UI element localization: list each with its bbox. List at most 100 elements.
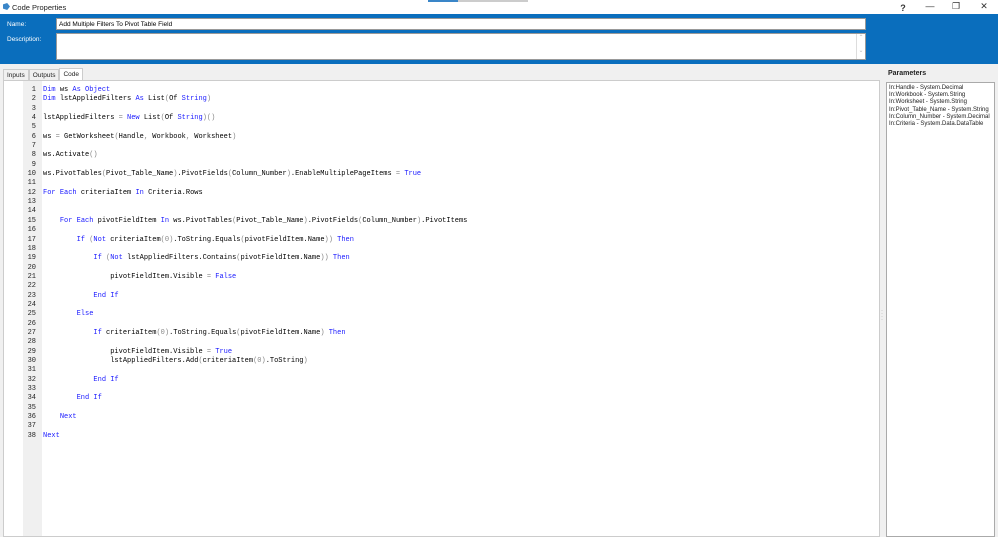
code-text: Next — [59, 413, 77, 422]
line-number: 4 — [31, 114, 36, 123]
title-bar: Code Properties ? — ❐ ✕ — [0, 0, 998, 14]
code-line: 33 — [23, 385, 467, 394]
parameter-item[interactable]: In:Handle - System.Decimal — [889, 85, 992, 92]
name-input[interactable]: Add Multiple Filters To Pivot Table Fiel… — [56, 18, 866, 30]
code-text: ws = GetWorksheet(Handle, Workbook, Work… — [43, 132, 237, 141]
line-number: 34 — [27, 394, 36, 403]
window-title: Code Properties — [12, 3, 67, 12]
line-number: 13 — [27, 198, 36, 207]
line-number: 22 — [27, 282, 36, 291]
line-number: 10 — [27, 170, 36, 179]
tab-inputs[interactable]: Inputs — [3, 69, 29, 80]
code-line: 3 — [23, 105, 467, 114]
line-number: 29 — [27, 347, 36, 356]
parameter-item[interactable]: In:Pivot_Table_Name - System.String — [889, 107, 992, 114]
line-number: 27 — [27, 328, 36, 337]
close-button[interactable]: ✕ — [974, 1, 994, 12]
code-line: 35 — [23, 404, 467, 413]
line-number: 3 — [31, 104, 36, 113]
line-number: 35 — [27, 403, 36, 412]
line-number: 17 — [27, 235, 36, 244]
code-line: 7 — [23, 142, 467, 151]
description-input[interactable]: ⌃ ⌄ — [56, 33, 866, 60]
code-text: ws.PivotTables(Pivot_Table_Name).PivotFi… — [43, 170, 422, 179]
parameter-item[interactable]: In:Workbook - System.String — [889, 92, 992, 99]
line-number: 20 — [27, 263, 36, 272]
code-line: 16 — [23, 226, 467, 235]
line-number: 28 — [27, 338, 36, 347]
code-text: pivotFieldItem.Visible = False — [110, 272, 237, 281]
line-number: 23 — [27, 291, 36, 300]
code-lines[interactable]: 1 Dim ws As Object 2 Dim lstAppliedFilters … — [23, 86, 468, 441]
code-line: 32 End If — [23, 376, 467, 385]
code-line: 5 — [23, 123, 467, 132]
line-number: 9 — [31, 160, 36, 169]
taskbar-indicator — [428, 0, 458, 2]
code-text: End If — [93, 375, 119, 384]
tab-bar: Inputs Outputs Code — [3, 68, 84, 81]
code-line: 22 — [23, 282, 467, 291]
description-label: Description: — [7, 36, 42, 43]
line-number: 19 — [27, 254, 36, 263]
code-line: 11 — [23, 179, 467, 188]
code-text: Next — [43, 431, 60, 440]
code-line: 9 — [23, 161, 467, 170]
code-line: 21 pivotFieldItem.Visible = False — [23, 273, 467, 282]
code-line: 20 — [23, 264, 467, 273]
parameter-item[interactable]: In:Column_Number - System.Decimal — [889, 114, 992, 121]
code-text: If (Not criteriaItem(0).ToString.Equals(… — [76, 235, 354, 244]
code-line: 37 — [23, 422, 467, 431]
description-scrollbar[interactable]: ⌃ ⌄ — [856, 34, 865, 59]
code-text: If criteriaItem(0).ToString.Equals(pivot… — [93, 328, 346, 337]
line-number: 18 — [27, 244, 36, 253]
code-line: 38 Next — [23, 432, 467, 441]
line-number: 21 — [27, 272, 36, 281]
parameter-item[interactable]: In:Worksheet - System.String — [889, 99, 992, 106]
line-number: 1 — [31, 86, 36, 94]
tab-outputs[interactable]: Outputs — [28, 69, 60, 80]
code-line: 2 Dim lstAppliedFilters As List(Of String… — [23, 95, 467, 104]
line-number: 33 — [27, 385, 36, 393]
code-text: For Each criteriaItem In Criteria.Rows — [43, 188, 203, 197]
code-line: 12 For Each criteriaItem In Criteria.Rows — [23, 189, 467, 198]
code-line: 23 End If — [23, 292, 467, 301]
taskbar-indicator-secondary — [458, 0, 528, 2]
code-text: If (Not lstAppliedFilters.Contains(pivot… — [93, 254, 350, 263]
code-line: 26 — [23, 320, 467, 329]
line-number: 2 — [31, 95, 36, 104]
code-line: 14 — [23, 207, 467, 216]
code-text: pivotFieldItem.Visible = True — [110, 347, 233, 356]
code-line: 19 If (Not lstAppliedFilters.Contains(pi… — [23, 254, 467, 263]
code-line: 10 ws.PivotTables(Pivot_Table_Name).Pivot… — [23, 170, 467, 179]
code-text: Dim ws As Object — [43, 86, 111, 94]
code-line: 6 ws = GetWorksheet(Handle, Workbook, Wor… — [23, 133, 467, 142]
line-number: 32 — [27, 375, 36, 384]
line-number: 25 — [27, 310, 36, 319]
code-line: 25 Else — [23, 310, 467, 319]
parameter-item[interactable]: In:Criteria - System.Data.DataTable — [889, 121, 992, 128]
line-number: 24 — [27, 300, 36, 309]
restore-button[interactable]: ❐ — [946, 1, 966, 12]
line-number: 6 — [31, 132, 36, 141]
code-line: 27 If criteriaItem(0).ToString.Equals(pi… — [23, 329, 467, 338]
app-icon — [3, 3, 10, 10]
code-text: End If — [76, 394, 102, 403]
code-line: 30 lstAppliedFilters.Add(criteriaItem(0)… — [23, 357, 467, 366]
line-number: 5 — [31, 123, 36, 132]
code-line: 4 lstAppliedFilters = New List(Of String)… — [23, 114, 467, 123]
line-number: 7 — [31, 142, 36, 151]
minimize-button[interactable]: — — [920, 1, 940, 11]
line-number: 15 — [27, 216, 36, 225]
code-line: 36 Next — [23, 413, 467, 422]
help-button[interactable]: ? — [893, 3, 913, 13]
code-line: 1 Dim ws As Object — [23, 86, 467, 95]
code-editor[interactable]: 1 Dim ws As Object 2 Dim lstAppliedFilters … — [3, 80, 880, 537]
line-number: 8 — [31, 151, 36, 160]
line-number: 30 — [27, 356, 36, 365]
line-number: 14 — [27, 207, 36, 216]
name-label: Name: — [7, 21, 27, 28]
code-line: 13 — [23, 198, 467, 207]
splitter-handle[interactable]: · · · · — [881, 308, 883, 323]
line-number: 36 — [27, 413, 36, 422]
line-number: 12 — [27, 188, 36, 197]
